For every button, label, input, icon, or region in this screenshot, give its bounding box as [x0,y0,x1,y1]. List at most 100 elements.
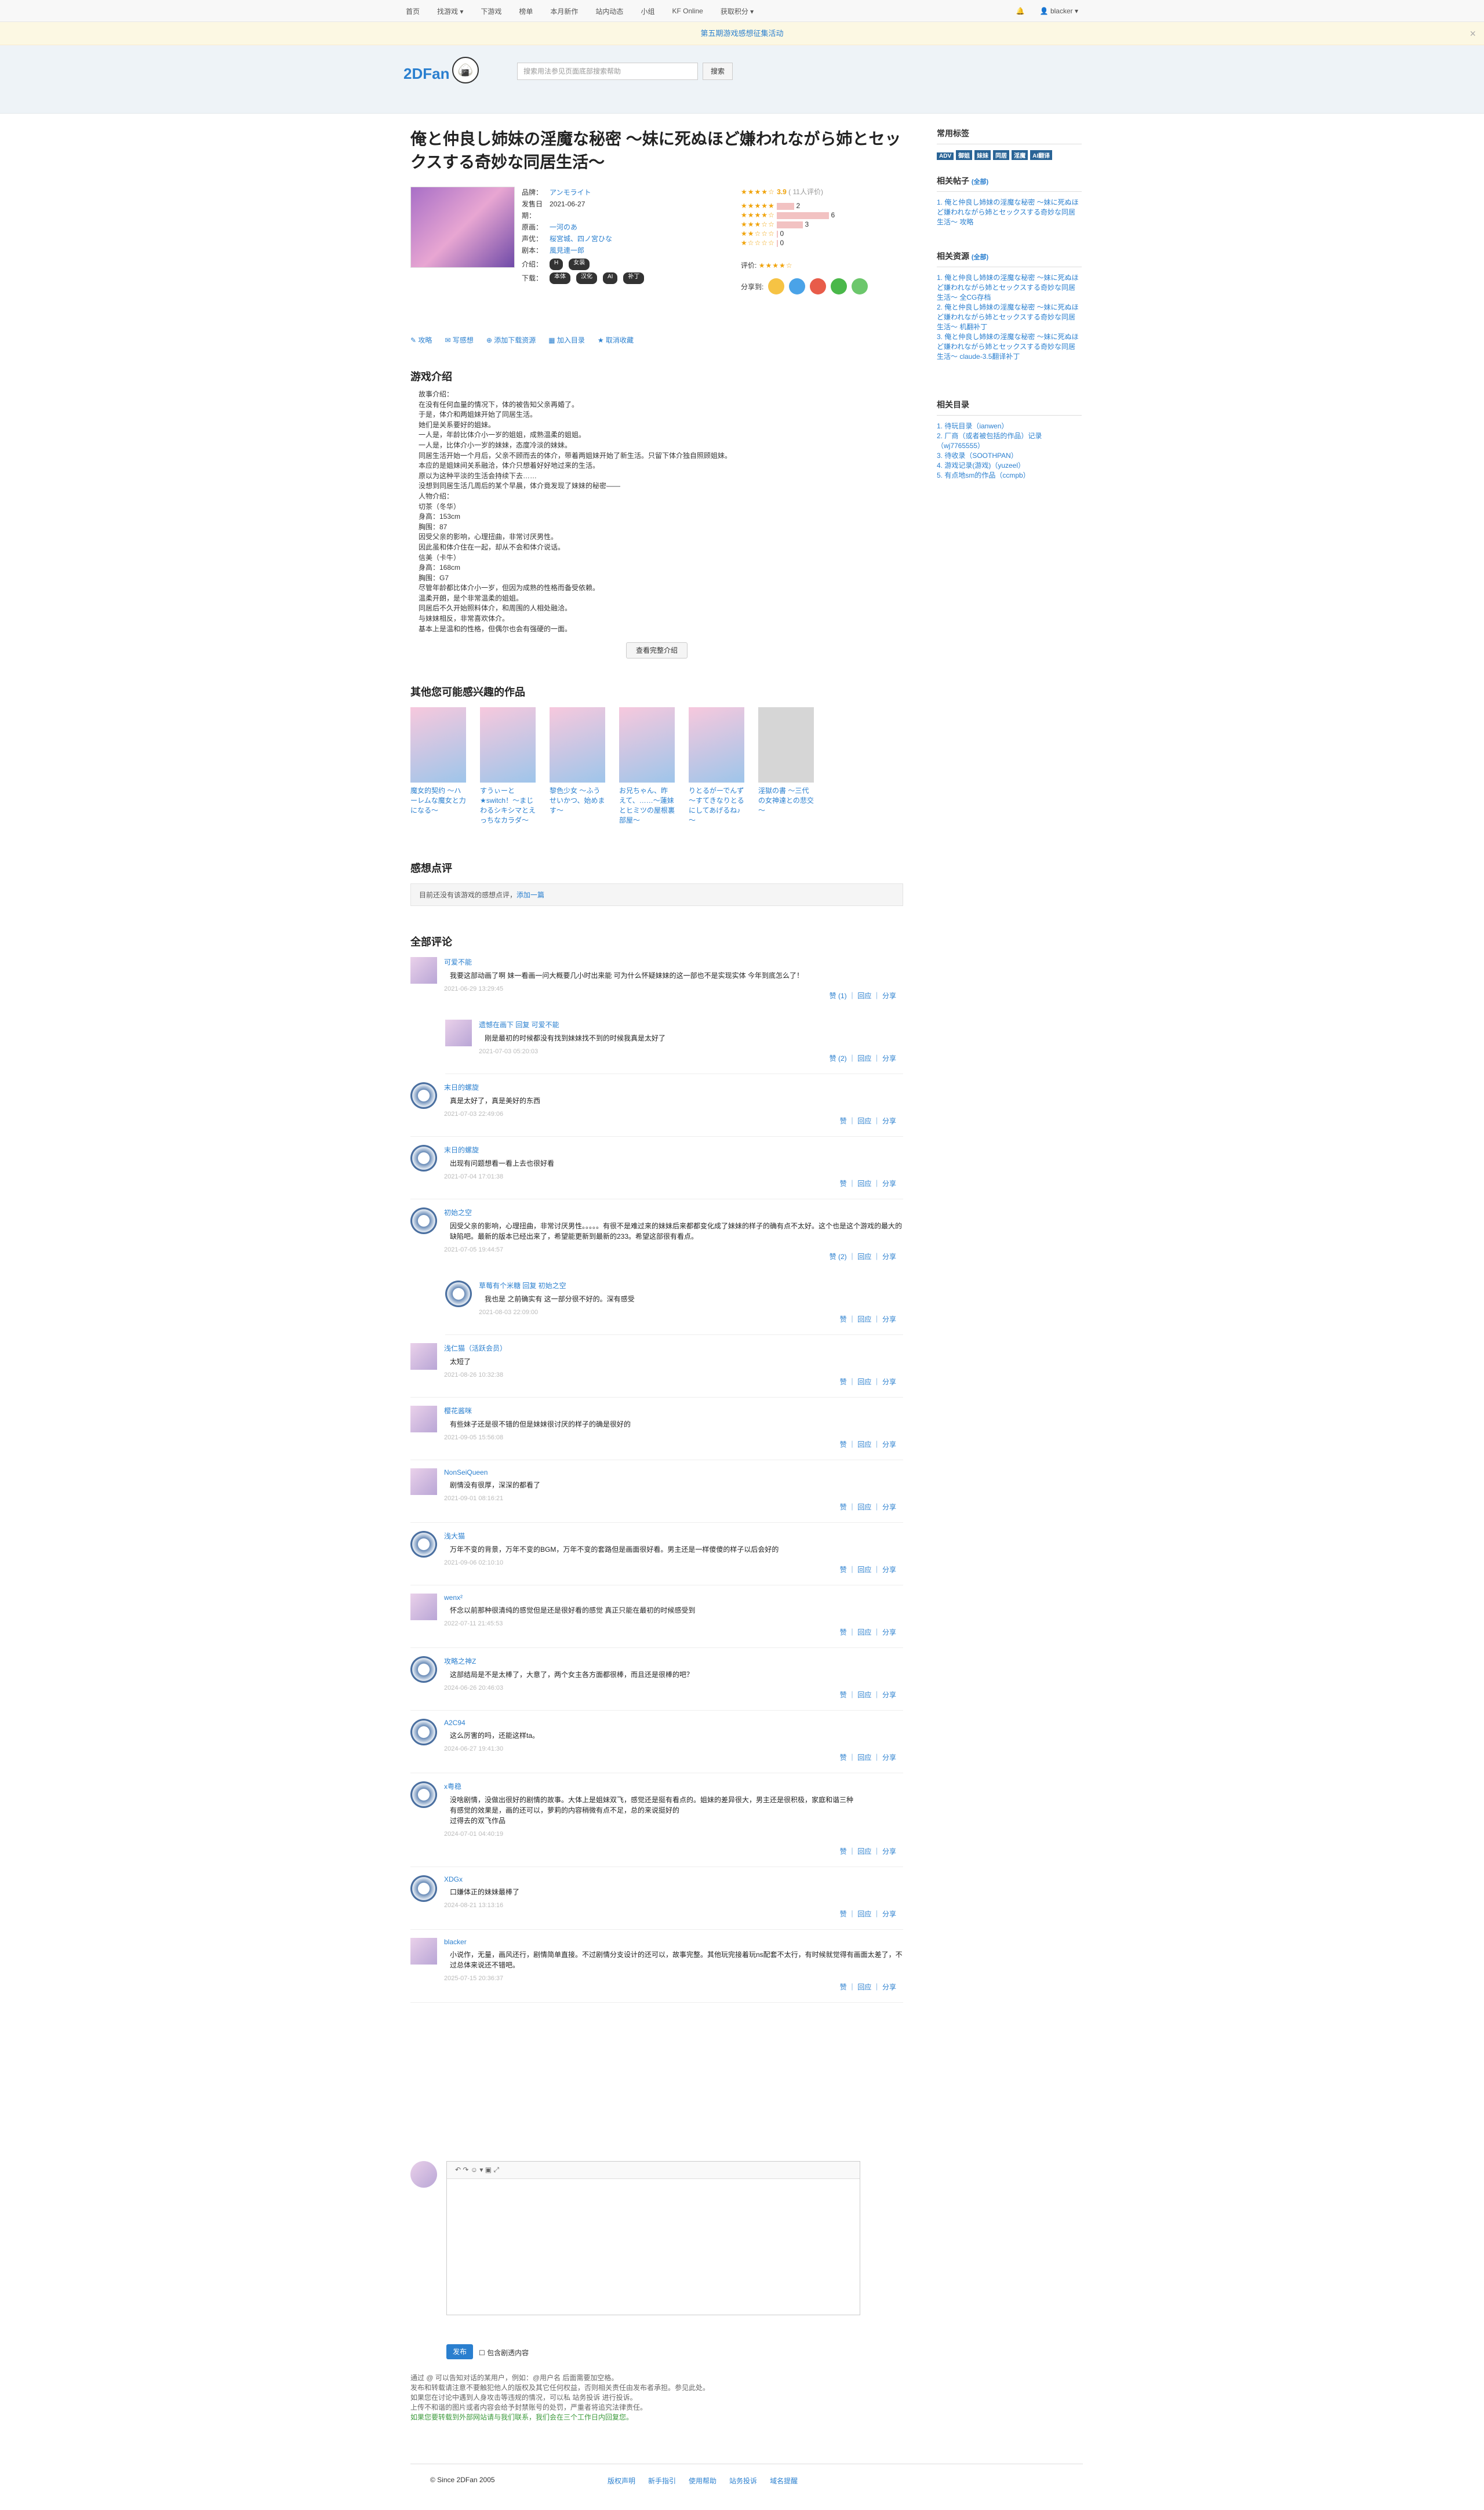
avatar[interactable] [410,1719,437,1746]
site-logo[interactable]: 2DFan [403,65,449,83]
footer-link[interactable]: 新手指引 [648,2476,676,2486]
my-rating-stars[interactable]: ★★★★☆ [759,261,793,270]
action-add-dir[interactable]: ▦ 加入目录 [548,335,585,345]
avatar[interactable] [410,957,437,984]
dir-link[interactable]: 2. 厂商（或者被包括的作品）记录（wj7765555） [937,431,1082,451]
comment-author[interactable]: XDGx [444,1875,903,1883]
comment-actions[interactable]: 赞 ｜ 回应 ｜ 分享 [840,1565,896,1574]
nav-item-group[interactable]: 小组 [641,6,654,16]
action-guide[interactable]: ✎ 攻略 [410,335,432,345]
avatar[interactable] [410,1145,437,1172]
share-wechat-icon[interactable] [831,278,848,294]
nav-item-find[interactable]: 找游戏 ▾ [437,6,463,16]
comment-author[interactable]: blacker [444,1938,903,1946]
banner-link[interactable]: 第五期游戏感想征集活动 [700,29,783,38]
search-input[interactable]: 搜索用法参见页面底部搜索帮助 [517,63,698,80]
brand-link[interactable]: アンモライト [550,187,591,198]
user-menu[interactable]: 👤 blacker ▾ [1040,7,1078,15]
nav-item-download[interactable]: 下游戏 [481,6,501,16]
script-link[interactable]: 風見連一郎 [550,245,584,256]
spoiler-checkbox[interactable]: ☐ 包含剧透内容 [479,2348,529,2358]
avatar[interactable] [445,1020,472,1047]
comment-actions[interactable]: 赞 ｜ 回应 ｜ 分享 [840,1627,896,1637]
comment-actions[interactable]: 赞 ｜ 回应 ｜ 分享 [840,1846,896,1856]
comment-author[interactable]: NonSeiQueen [444,1468,903,1476]
action-review[interactable]: ✉ 写感想 [445,335,473,345]
comment-author[interactable]: 末日的螺旋 [444,1145,903,1155]
recommend-item[interactable]: 黎色少女 ～ふうせいかつ、始めます～ [550,707,605,825]
comment-author[interactable]: 浅大猫 [444,1531,903,1541]
intro-tag[interactable]: H [550,259,563,270]
nav-item-kf[interactable]: KF Online [672,7,703,15]
comment-actions[interactable]: 赞 ｜ 回应 ｜ 分享 [840,1690,896,1700]
dir-link[interactable]: 5. 有点地sm的作品（ccmpb） [937,471,1082,481]
comment-author[interactable]: 末日的螺旋 [444,1082,903,1092]
intro-tag[interactable]: 女装 [569,259,590,270]
common-tag[interactable]: 同居 [993,150,1010,160]
nav-item-activity[interactable]: 站内动态 [595,6,623,16]
comment-actions[interactable]: 赞 ｜ 回应 ｜ 分享 [840,1116,896,1126]
submit-button[interactable]: 发布 [446,2344,473,2359]
recommend-item[interactable]: 淫獄の書 ～三代の女神達との悲交～ [758,707,814,825]
avatar[interactable] [410,1594,437,1621]
nav-item-points[interactable]: 获取积分 ▾ [721,6,754,16]
game-cover-image[interactable] [410,187,515,268]
recommend-item[interactable]: 魔女的契约 ～ハーレムな魔女と力になる～ [410,707,466,825]
posts-all-link[interactable]: (全部) [972,179,988,185]
share-weibo-icon[interactable] [810,278,827,294]
nav-item-new[interactable]: 本月新作 [550,6,578,16]
recommend-title[interactable]: 魔女的契约 ～ハーレムな魔女と力になる～ [410,786,466,816]
avatar[interactable] [410,1781,437,1809]
common-tag[interactable]: AI翻译 [1030,150,1053,160]
download-tag[interactable]: AI [603,272,618,284]
res-link[interactable]: 1. 俺と仲良し姉妹の淫魔な秘密 ～妹に死ぬほど嫌われながら姉とセックスする奇妙… [937,273,1082,303]
comment-author[interactable]: 可爱不能 [444,957,903,967]
avatar[interactable] [410,1875,437,1902]
common-tag[interactable]: 妹妹 [974,150,991,160]
avatar[interactable] [410,1082,437,1110]
recommend-title[interactable]: 黎色少女 ～ふうせいかつ、始めます～ [550,786,605,816]
avatar[interactable] [410,1656,437,1683]
avatar[interactable] [410,1531,437,1558]
avatar[interactable] [410,1343,437,1370]
more-intro-button[interactable]: 查看完整介绍 [626,642,688,659]
footer-link[interactable]: 使用帮助 [689,2476,716,2486]
footer-link[interactable]: 域名提醒 [770,2476,798,2486]
footer-link[interactable]: 版权声明 [608,2476,635,2486]
recommend-item[interactable]: お兄ちゃん、昨えて、……～蓮妹とヒミツの屋根裏部屋～ [619,707,675,825]
nav-item-rank[interactable]: 榜单 [519,6,533,16]
share-qzone-icon[interactable] [768,278,785,294]
common-tag[interactable]: ADV [937,152,954,160]
action-add-download[interactable]: ⊕ 添加下载资源 [486,335,536,345]
comment-actions[interactable]: 赞 (1) ｜ 回应 ｜ 分享 [830,991,896,1001]
avatar[interactable] [410,1468,437,1496]
res-link[interactable]: 3. 俺と仲良し姉妹の淫魔な秘密 ～妹に死ぬほど嫌われながら姉とセックスする奇妙… [937,332,1082,362]
action-unfav[interactable]: ★ 取消收藏 [598,335,634,345]
dir-link[interactable]: 3. 待收录（SOOTHPAN） [937,451,1082,461]
cv-link[interactable]: 桜宮城、四ノ宮ひな [550,233,612,245]
share-more-icon[interactable] [852,278,868,294]
comment-actions[interactable]: 赞 (2) ｜ 回应 ｜ 分享 [830,1053,896,1063]
comment-actions[interactable]: 赞 ｜ 回应 ｜ 分享 [840,1377,896,1387]
post-link[interactable]: 1. 俺と仲良し姉妹の淫魔な秘密 ～妹に死ぬほど嫌われながら姉とセックスする奇妙… [937,198,1082,227]
comment-actions[interactable]: 赞 ｜ 回应 ｜ 分享 [840,1439,896,1449]
download-tag[interactable]: 本体 [550,272,570,284]
comment-actions[interactable]: 赞 ｜ 回应 ｜ 分享 [840,1982,896,1992]
common-tag[interactable]: 御姐 [956,150,973,160]
res-link[interactable]: 2. 俺と仲良し姉妹の淫魔な秘密 ～妹に死ぬほど嫌われながら姉とセックスする奇妙… [937,303,1082,332]
add-review-link[interactable]: 添加一篇 [517,891,544,899]
comment-author[interactable]: 浅仁猫（活跃会员） [444,1343,903,1353]
comment-author[interactable]: 草莓有个米糖 回复 初始之空 [479,1281,903,1290]
recommend-title[interactable]: 淫獄の書 ～三代の女神達との悲交～ [758,786,814,816]
recommend-item[interactable]: すうぃーと★switch！～まじわるシキシマとえっちなカラダ～ [480,707,536,825]
common-tag[interactable]: 淫魔 [1012,150,1028,160]
comment-author[interactable]: x粤稳 [444,1781,903,1791]
recommend-item[interactable]: りとるがーでんず ～すてきなりとるにしてあげるね♪～ [689,707,744,825]
comment-actions[interactable]: 赞 ｜ 回应 ｜ 分享 [840,1752,896,1762]
recommend-title[interactable]: りとるがーでんず ～すてきなりとるにしてあげるね♪～ [689,786,744,825]
editor-toolbar[interactable]: ↶ ↷ ☺ ▾ ▣ ⤢ [447,2162,860,2179]
recommend-title[interactable]: すうぃーと★switch！～まじわるシキシマとえっちなカラダ～ [480,786,536,825]
res-all-link[interactable]: (全部) [972,254,988,261]
close-icon[interactable]: × [1470,22,1476,45]
download-tag[interactable]: 汉化 [576,272,597,284]
